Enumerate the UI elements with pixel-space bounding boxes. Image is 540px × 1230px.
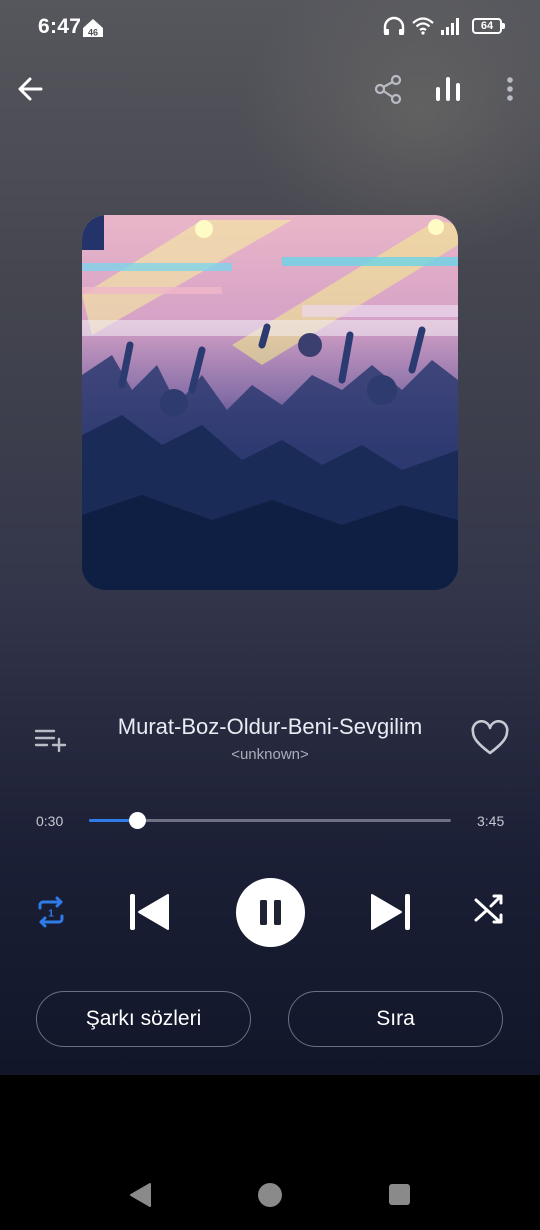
shuffle-icon[interactable] xyxy=(472,892,506,926)
equalizer-icon[interactable] xyxy=(432,72,464,106)
nav-recents-icon[interactable] xyxy=(389,1184,410,1205)
status-time: 6:47 xyxy=(38,15,82,38)
share-icon[interactable] xyxy=(372,72,404,106)
battery-level: 64 xyxy=(480,20,494,32)
network-4g-icon: 46 xyxy=(83,19,103,38)
heart-icon[interactable] xyxy=(470,720,510,758)
seek-thumb[interactable] xyxy=(129,812,147,829)
nav-home-icon[interactable] xyxy=(258,1183,282,1207)
lyrics-button[interactable]: Şarkı sözleri xyxy=(36,991,251,1047)
total-duration: 3:45 xyxy=(477,813,505,829)
player-screen: 6:47 46 64 Murat-Boz-Oldur-Beni-Sevgilim… xyxy=(0,0,540,1075)
navigation-bar xyxy=(0,1150,540,1230)
elapsed-time: 0:30 xyxy=(36,813,64,829)
repeat-mode-badge: 1 xyxy=(48,909,54,920)
wifi-icon xyxy=(412,17,434,35)
album-artwork xyxy=(82,215,458,590)
playlist-add-icon[interactable] xyxy=(32,724,68,754)
skip-next-icon[interactable] xyxy=(368,890,414,934)
pause-icon xyxy=(260,900,281,925)
artist-name: <unknown> xyxy=(231,746,309,763)
concert-crowd-image xyxy=(82,215,458,590)
repeat-one-icon[interactable]: 1 xyxy=(32,893,70,931)
arrow-left-icon[interactable] xyxy=(14,72,48,106)
status-bar: 6:47 46 64 xyxy=(0,0,540,56)
headphones-icon xyxy=(383,16,405,35)
seek-bar[interactable] xyxy=(89,812,451,829)
signal-icon xyxy=(441,18,459,35)
song-title: Murat-Boz-Oldur-Beni-Sevgilim xyxy=(117,714,423,739)
status-icons: 64 xyxy=(382,16,505,36)
more-vertical-icon[interactable] xyxy=(496,72,524,106)
battery-icon: 64 xyxy=(472,18,505,34)
play-pause-button[interactable] xyxy=(236,878,305,947)
nav-back-icon[interactable] xyxy=(128,1182,152,1208)
queue-button[interactable]: Sıra xyxy=(288,991,503,1047)
skip-previous-icon[interactable] xyxy=(126,890,172,934)
network-badge-text: 46 xyxy=(88,28,98,38)
